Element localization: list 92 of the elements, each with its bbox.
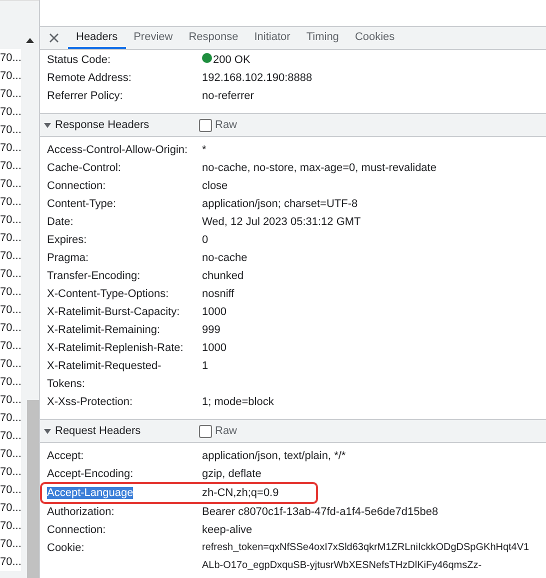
request-row[interactable]: 70...: [0, 229, 21, 247]
request-row[interactable]: 70...: [0, 319, 21, 337]
header-value: close: [202, 179, 228, 194]
scrollbar-thumb[interactable]: [27, 400, 39, 578]
request-row[interactable]: 70...: [0, 409, 21, 427]
header-value: application/json, text/plain, */*: [202, 449, 346, 464]
request-row[interactable]: 70...: [0, 517, 21, 535]
header-value: keep-alive: [202, 523, 252, 538]
header-value: 200 OK: [202, 51, 250, 69]
raw-checkbox[interactable]: Raw: [199, 424, 238, 438]
request-row[interactable]: 70...: [0, 373, 21, 391]
tab[interactable]: Cookies: [346, 27, 403, 49]
header-name: Date:: [47, 215, 74, 230]
tab[interactable]: Initiator: [246, 27, 298, 49]
triangle-down-icon[interactable]: [44, 122, 51, 128]
tab[interactable]: Headers: [68, 27, 126, 49]
header-value: chunked: [202, 269, 244, 284]
request-row[interactable]: 70...: [0, 175, 21, 193]
request-row[interactable]: 70...: [0, 103, 21, 121]
section-header[interactable]: Response Headers Raw: [40, 113, 546, 137]
header-name: Content-Type:: [47, 197, 118, 212]
request-row[interactable]: 70...: [0, 301, 21, 319]
header-value: no-referrer: [202, 89, 254, 104]
request-row[interactable]: 70...: [0, 463, 21, 481]
header-name: Pragma:: [47, 251, 90, 266]
triangle-down-icon[interactable]: [44, 428, 51, 434]
request-row[interactable]: 70...: [0, 283, 21, 301]
header-name: Cache-Control:: [47, 161, 122, 176]
header-name: Referrer Policy:: [47, 89, 124, 104]
header-value: nosniff: [202, 287, 234, 302]
header-name: Access-Control-Allow-Origin:: [47, 143, 189, 158]
header-value: 999: [202, 323, 220, 338]
raw-checkbox[interactable]: Raw: [199, 118, 238, 132]
request-row[interactable]: 70...: [0, 553, 21, 571]
header-value: no-cache: [202, 251, 248, 266]
header-value: zh-CN,zh;q=0.9: [202, 486, 279, 501]
request-row[interactable]: 70...: [0, 85, 21, 103]
header-name: X-Xss-Protection:: [47, 395, 134, 410]
header-value: 1000: [202, 305, 226, 320]
header-value: ALb-O17o_egpDxquSB-yjtusrWbXESNefsTHzDlKiFy46qmsZz-: [202, 559, 483, 573]
request-row[interactable]: 70...: [0, 445, 21, 463]
request-row[interactable]: 70...: [0, 337, 21, 355]
header-name: Transfer-Encoding:: [47, 269, 142, 284]
section-header[interactable]: Request Headers Raw: [40, 419, 546, 443]
header-name: Remote Address:: [47, 71, 132, 86]
request-row[interactable]: 70...: [0, 391, 21, 409]
header-value: 1000: [202, 341, 226, 356]
request-row[interactable]: 70...: [0, 535, 21, 553]
request-row[interactable]: 70...: [0, 481, 21, 499]
request-row[interactable]: 70...: [0, 157, 21, 175]
section-title: Request Headers: [55, 425, 141, 437]
request-row[interactable]: 70...: [0, 193, 21, 211]
request-row[interactable]: 70...: [0, 49, 21, 67]
header-name: Accept:: [47, 449, 85, 464]
header-value: gzip, deflate: [202, 467, 262, 482]
header-name: X-Ratelimit-Remaining:: [47, 323, 162, 338]
header-value: no-cache, no-store, max-age=0, must-revalidate: [202, 161, 436, 176]
request-row[interactable]: 70...: [0, 265, 21, 283]
scroll-up-icon[interactable]: [26, 38, 34, 43]
request-row[interactable]: 70...: [0, 499, 21, 517]
tab[interactable]: Preview: [126, 27, 181, 49]
request-row[interactable]: 70...: [0, 121, 21, 139]
header-name: X-Ratelimit-Requested-Tokens:: [47, 359, 162, 392]
request-row[interactable]: 70...: [0, 247, 21, 265]
header-name: X-Content-Type-Options:: [47, 287, 170, 302]
header-name: X-Ratelimit-Replenish-Rate:: [47, 341, 184, 356]
header-value: Wed, 12 Jul 2023 05:31:12 GMT: [202, 215, 361, 230]
header-name: Authorization:: [47, 505, 116, 520]
header-value: 0: [202, 233, 208, 248]
header-name: Connection:: [47, 523, 107, 538]
selected-header-name: Accept-Language: [47, 487, 134, 499]
header-value: 1; mode=block: [202, 395, 274, 410]
header-value: Bearer c8070c1f-13ab-47fd-a1f4-5e6de7d15be8: [202, 505, 438, 520]
header-value: 192.168.102.190:8888: [202, 71, 312, 86]
request-row[interactable]: 70...: [0, 67, 21, 85]
header-value: refresh_token=qxNfSSe4oxI7xSld63qkrM1ZRLniIckkODgDSpGKhHqt4V1: [202, 541, 530, 555]
request-row[interactable]: 70...: [0, 355, 21, 373]
header-value: 1: [202, 359, 208, 374]
header-name: X-Ratelimit-Burst-Capacity:: [47, 305, 181, 320]
section-title: Response Headers: [55, 119, 150, 131]
header-name: Expires:: [47, 233, 88, 248]
header-value: application/json; charset=UTF-8: [202, 197, 358, 212]
tab[interactable]: Response: [180, 27, 246, 49]
request-row[interactable]: 70...: [0, 139, 21, 157]
request-row[interactable]: 70...: [0, 211, 21, 229]
header-name: Status Code:: [47, 53, 112, 68]
header-value: *: [202, 143, 206, 158]
header-name: Accept-Encoding:: [47, 467, 134, 482]
header-name: Connection:: [47, 179, 107, 194]
request-row[interactable]: 70...: [0, 427, 21, 445]
header-name: Cookie:: [47, 541, 86, 556]
tab[interactable]: Timing: [298, 27, 347, 49]
